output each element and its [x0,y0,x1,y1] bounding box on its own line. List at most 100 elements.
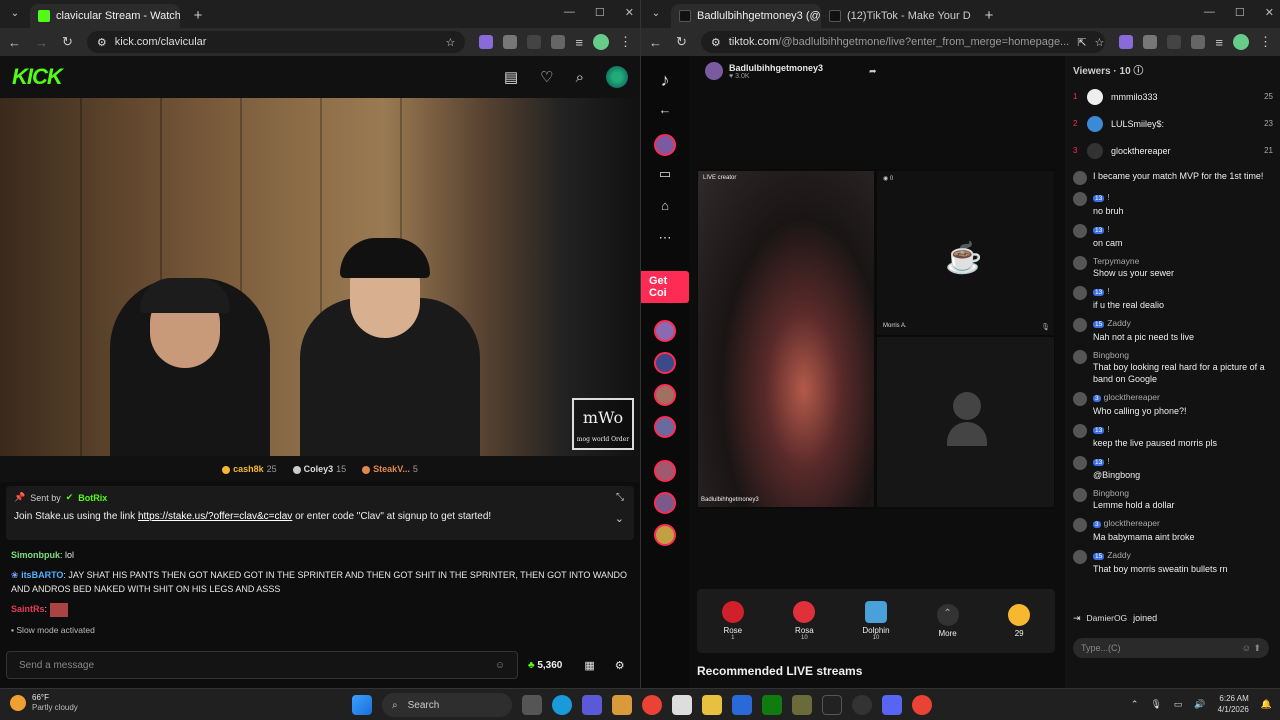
profile-avatar[interactable] [593,34,609,50]
extension-icon[interactable] [479,35,494,49]
profile-avatar[interactable] [1233,34,1249,50]
task-view-icon[interactable] [522,695,542,715]
guest-slot-empty[interactable]: ◉ 0 ☕ [877,171,1054,335]
joined-username[interactable]: DamierOG [1087,612,1128,624]
leader-1[interactable]: cash8k 25 [222,464,277,474]
site-info-icon[interactable]: ⚙ [97,36,107,49]
stake-link[interactable]: https://stake.us/?offer=clav&c=clav [138,511,292,522]
extension-icon[interactable] [503,35,518,49]
network-icon[interactable]: ▭ [1174,699,1183,710]
chat-username[interactable]: Simonbpuk [11,550,60,560]
close-window-icon[interactable]: ✕ [625,6,634,19]
puzzle-icon[interactable] [551,35,566,49]
chat-avatar[interactable] [1073,456,1087,470]
xbox-icon[interactable] [762,695,782,715]
leader-3[interactable]: SteakV... 5 [362,464,418,474]
chat-username[interactable]: Terpymayne [1093,256,1139,266]
back-icon[interactable]: ← [8,35,21,50]
tab-menu-icon[interactable]: ⌄ [647,5,665,23]
browse-icon[interactable]: ▤ [504,68,518,86]
reload-icon[interactable]: ↻ [676,34,687,50]
tab-tiktok-live[interactable]: Badlulbihhgetmoney3 (@b 🔊 ✕ [671,4,821,28]
chat-username[interactable]: Zaddy [1107,318,1131,328]
forward-icon[interactable]: → [35,35,48,50]
chat-username[interactable]: ! [1107,224,1109,234]
chat-avatar[interactable] [1073,318,1087,332]
live-avatar[interactable] [654,460,676,482]
bot-name[interactable]: BotRix [78,493,107,503]
extension-icon[interactable] [1143,35,1158,49]
leader-2[interactable]: Coley3 15 [292,464,346,474]
chat-username[interactable]: glockthereaper [1104,518,1160,528]
media-icon[interactable]: ≡ [575,35,583,50]
settings-gear-icon[interactable]: ⚙ [615,659,625,672]
url-field[interactable]: ⚙ kick.com/clavicular ☆ [86,31,466,53]
open-external-icon[interactable]: ⇱ [1077,36,1086,49]
new-tab-icon[interactable]: + [979,7,999,24]
gift-rose[interactable]: Rose 1 [708,601,758,641]
channel-points[interactable]: ♣ 5,360 [528,660,562,671]
top-viewer[interactable]: 3 glockthereaper 21 [1065,137,1280,164]
live-avatar[interactable] [654,416,676,438]
teams-icon[interactable] [582,695,602,715]
windows-start-icon[interactable] [352,695,372,715]
host-camera[interactable]: LIVE creator Badlulbihhgetmoney3 [698,171,874,507]
bookmark-star-icon[interactable]: ☆ [1094,36,1104,49]
kebab-menu-icon[interactable]: ⋮ [619,34,632,50]
send-message-input[interactable]: Send a message ☺ [6,651,518,679]
chat-username[interactable]: ! [1107,456,1109,466]
sidebar-live-avatar[interactable] [654,134,676,156]
chat-avatar[interactable] [1073,171,1087,185]
chat-username[interactable]: ! [1107,192,1109,202]
chevron-up-icon[interactable]: ⌃ [1131,699,1139,710]
chat-avatar[interactable] [1073,224,1087,238]
minimize-icon[interactable]: — [1204,6,1215,19]
search-icon[interactable]: ⌕ [576,69,584,86]
chat-username[interactable]: itsBARTO [21,570,63,580]
chat-username[interactable]: glockthereaper [1104,392,1160,402]
chat-avatar[interactable] [1073,424,1087,438]
tab-menu-icon[interactable]: ⌄ [6,5,24,23]
close-window-icon[interactable]: ✕ [1265,6,1274,19]
get-coins-button[interactable]: Get Coi [641,271,689,303]
chat-avatar[interactable] [1073,350,1087,364]
coins-balance[interactable]: 29 [994,604,1044,638]
chat-username[interactable]: Bingbong [1093,488,1129,498]
more-dots-icon[interactable]: ⋯ [659,230,672,246]
chat-avatar[interactable] [1073,550,1087,564]
live-avatar[interactable] [654,352,676,374]
back-icon[interactable]: ← [649,35,662,50]
file-explorer-icon[interactable] [702,695,722,715]
chat-avatar[interactable] [1073,192,1087,206]
tiktok-logo-icon[interactable]: ♪ [661,70,670,90]
extension-icon[interactable] [1167,35,1182,49]
gift-dolphin[interactable]: Dolphin 10 [851,601,901,641]
maximize-icon[interactable]: ☐ [595,6,605,19]
steam-icon[interactable] [852,695,872,715]
chat-avatar[interactable] [1073,392,1087,406]
extension-icon[interactable] [1119,35,1134,49]
back-arrow-icon[interactable]: ← [659,102,672,118]
video-player[interactable]: mWo mog world Order [0,98,640,456]
kick-logo[interactable]: KICK [12,64,63,90]
tab-kick[interactable]: clavicular Stream - Watch Live o ✕ [30,4,180,28]
clock[interactable]: 6:26 AM 4/1/2026 [1218,693,1249,715]
puzzle-icon[interactable] [1191,35,1206,49]
gift-rosa[interactable]: Rosa 10 [779,601,829,641]
minimize-icon[interactable]: — [564,6,575,19]
extension-icon[interactable] [527,35,542,49]
store-icon[interactable] [672,695,692,715]
kebab-menu-icon[interactable]: ⋮ [1259,34,1272,50]
chat-avatar[interactable] [1073,518,1087,532]
chat-avatar[interactable] [1073,488,1087,502]
chat-avatar[interactable] [1073,256,1087,270]
top-viewer[interactable]: 2 LULSmiiley$: 23 [1065,110,1280,137]
emoji-icon[interactable]: ☺ [495,660,505,671]
app-icon[interactable] [732,695,752,715]
bookmark-star-icon[interactable]: ☆ [446,36,456,49]
notification-icon[interactable]: 🔔 [1261,699,1272,710]
more-gifts-button[interactable]: ⌃ More [923,604,973,638]
copilot-icon[interactable] [612,695,632,715]
chat-username[interactable]: ! [1107,286,1109,296]
host-avatar[interactable] [705,62,723,80]
